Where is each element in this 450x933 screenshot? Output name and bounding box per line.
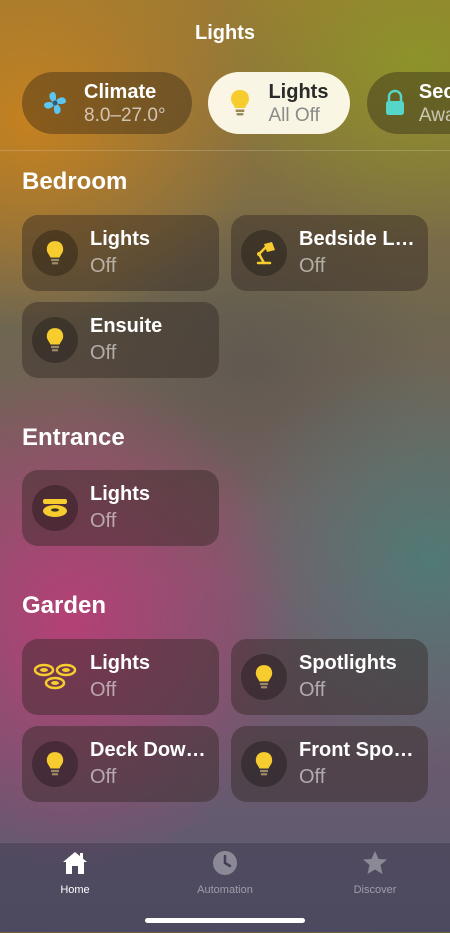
tab-label: Automation	[197, 884, 253, 896]
accessory-tile[interactable]: Ensuite Off	[22, 302, 219, 378]
clock-icon	[165, 849, 285, 882]
accessory-tile[interactable]: Lights Off	[22, 215, 219, 291]
accessory-tile[interactable]: Spotlights Off	[231, 639, 428, 715]
tab-label: Home	[60, 884, 90, 896]
category-label: Climate	[84, 80, 157, 103]
category-climate[interactable]: Climate 8.0–27.0°	[22, 72, 192, 134]
category-status: All Off	[268, 104, 320, 126]
accessory-name: Lights	[90, 483, 150, 505]
bulb-icon[interactable]	[241, 654, 287, 700]
tab-label: Discover	[353, 884, 397, 896]
lock-icon	[383, 86, 407, 120]
category-security[interactable]: Security Away	[366, 72, 450, 134]
accessory-tile[interactable]: Lights Off	[22, 639, 219, 715]
divider	[0, 150, 450, 151]
tab-automation[interactable]: Automation	[165, 849, 285, 896]
category-status: Away	[418, 104, 450, 126]
accessory-state: Off	[90, 510, 117, 532]
accessory-state: Off	[90, 342, 117, 364]
category-label: Lights	[268, 80, 329, 103]
desk-lamp-icon[interactable]	[241, 230, 287, 276]
bulb-icon[interactable]	[32, 741, 78, 787]
accessory-state: Off	[299, 766, 326, 788]
accessory-state: Off	[90, 766, 117, 788]
tab-discover[interactable]: Discover	[315, 849, 435, 896]
tab-home[interactable]: Home	[15, 849, 135, 896]
downlights-icon[interactable]	[32, 654, 78, 700]
accessory-name: Front Spotlights	[299, 739, 420, 761]
category-status: 8.0–27.0°	[84, 104, 166, 126]
fan-icon	[38, 86, 72, 120]
ceiling-light-icon[interactable]	[32, 485, 78, 531]
accessory-name: Bedside Lamp	[299, 228, 420, 250]
category-lights[interactable]: Lights All Off	[208, 72, 351, 134]
bulb-icon[interactable]	[32, 230, 78, 276]
home-indicator[interactable]	[145, 918, 305, 923]
accessory-name: Lights	[90, 652, 150, 674]
room-title-entrance: Entrance	[22, 424, 125, 451]
accessory-name: Lights	[90, 228, 150, 250]
category-strip: Climate 8.0–27.0° Lights All Off Securit…	[22, 72, 450, 134]
category-label: Security	[418, 80, 450, 103]
accessory-tile[interactable]: Deck Downlights Off	[22, 726, 219, 802]
accessory-name: Deck Downlights	[90, 739, 211, 761]
accessory-state: Off	[299, 255, 326, 277]
accessory-name: Ensuite	[90, 315, 163, 337]
room-title-garden: Garden	[22, 592, 107, 619]
accessory-tile[interactable]: Lights Off	[22, 470, 219, 546]
accessory-state: Off	[90, 255, 117, 277]
bulb-icon	[224, 86, 256, 120]
star-icon	[315, 849, 435, 882]
accessory-name: Spotlights	[299, 652, 397, 674]
bulb-icon[interactable]	[241, 741, 287, 787]
accessory-state: Off	[90, 679, 117, 701]
accessory-tile[interactable]: Front Spotlights Off	[231, 726, 428, 802]
bulb-icon[interactable]	[32, 317, 78, 363]
room-title-bedroom: Bedroom	[22, 168, 128, 195]
page-title: Lights	[195, 22, 255, 44]
accessory-state: Off	[299, 679, 326, 701]
house-icon	[15, 849, 135, 882]
accessory-tile[interactable]: Bedside Lamp Off	[231, 215, 428, 291]
